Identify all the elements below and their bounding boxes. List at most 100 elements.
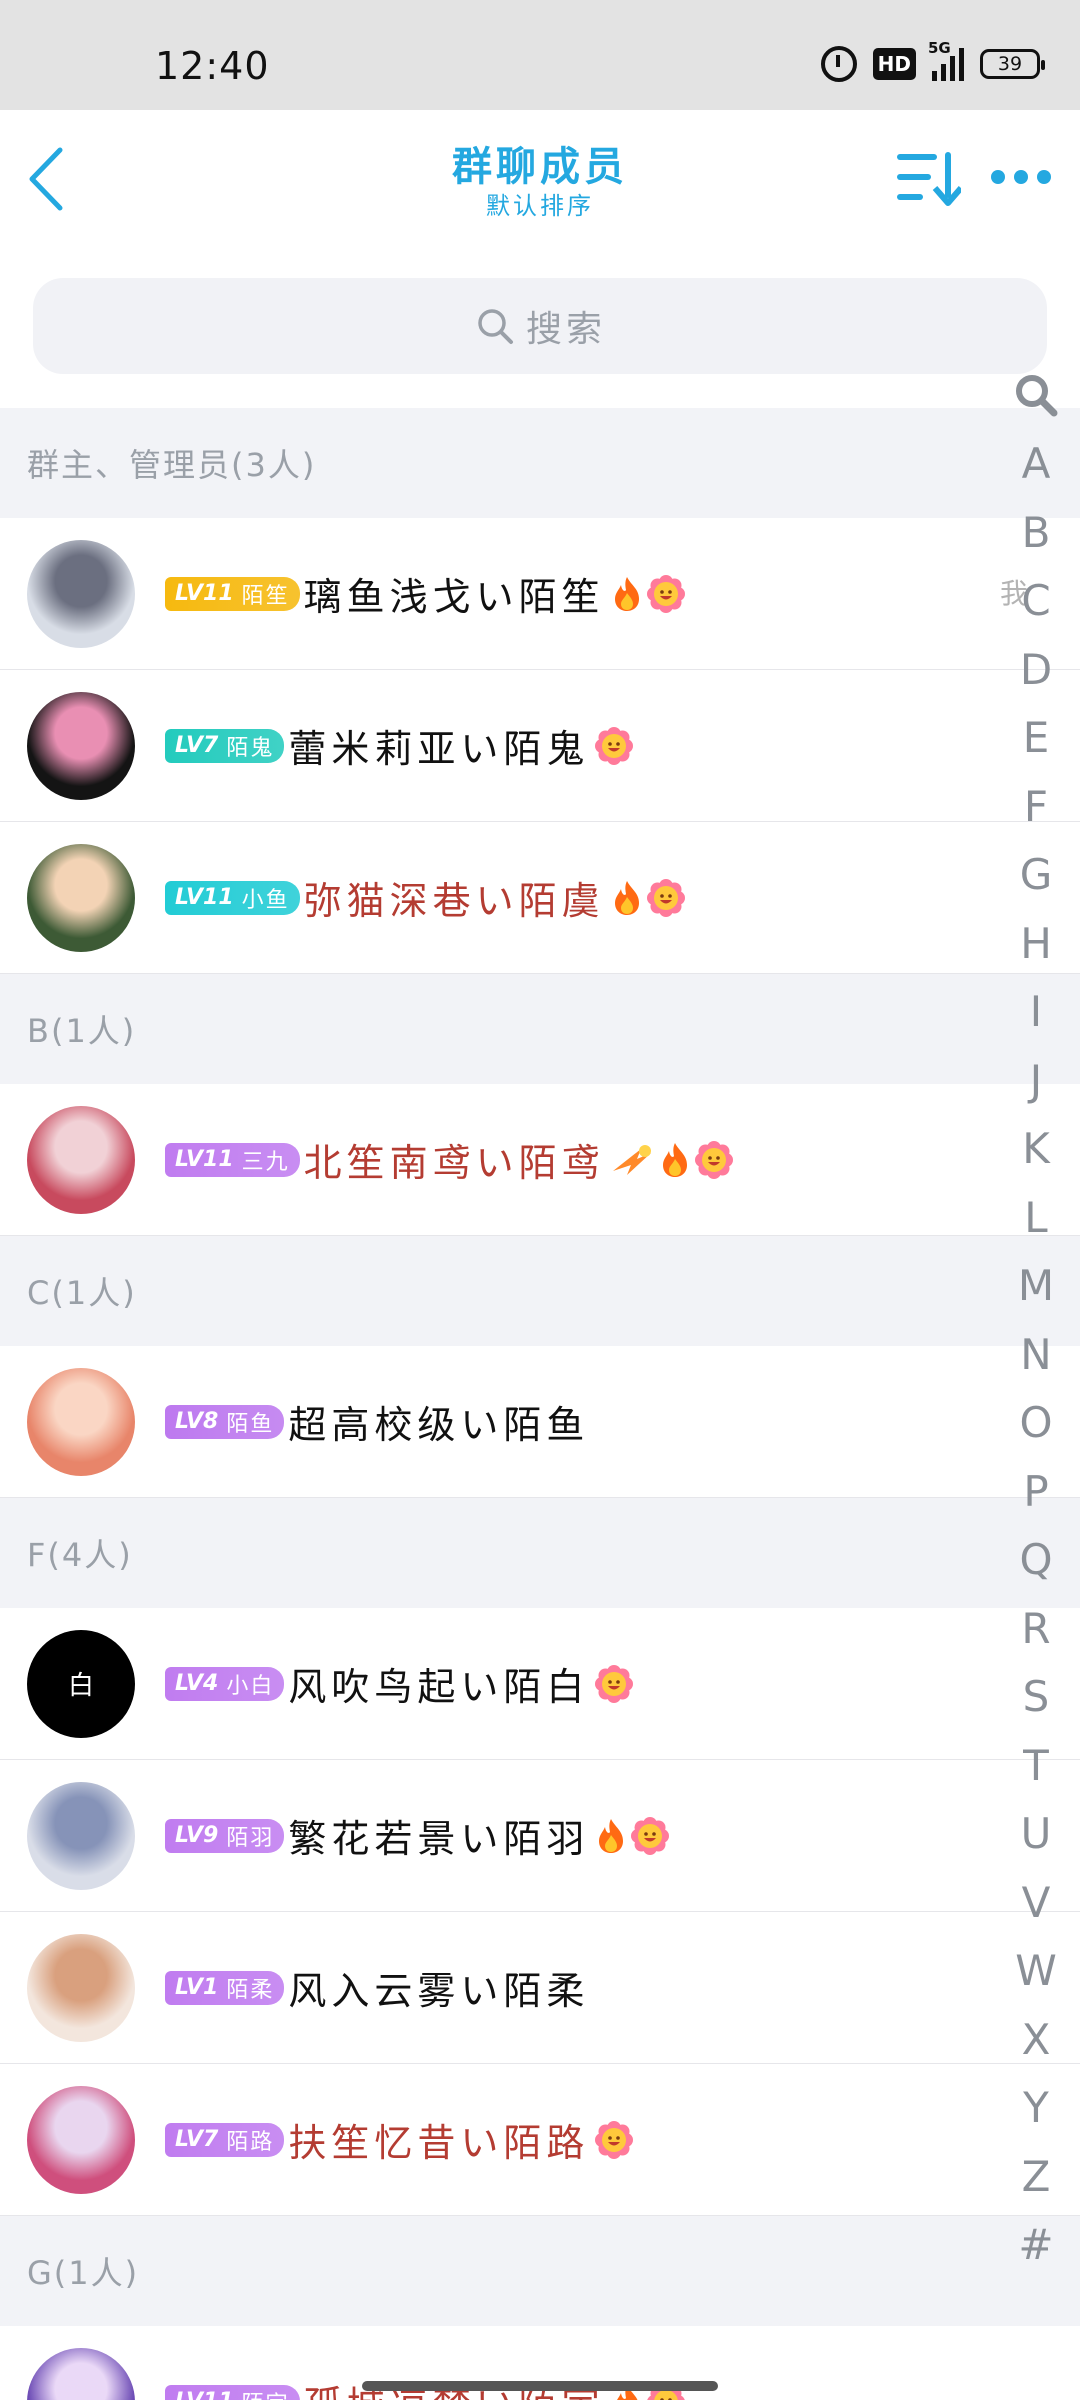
member-name: 超高校级い陌鱼	[288, 1403, 590, 1447]
level-text: LV7	[175, 733, 219, 758]
flower-smile-icon	[646, 878, 685, 917]
index-letter-hash[interactable]: #	[1018, 2211, 1053, 2280]
index-letter-p[interactable]: P	[1023, 1458, 1048, 1527]
member-row[interactable]: LV9 陌羽 繁花若景い陌羽	[0, 1760, 1080, 1912]
index-letter-x[interactable]: X	[1022, 2006, 1051, 2075]
member-row[interactable]: LV8 陌鱼 超高校级い陌鱼	[0, 1346, 1080, 1498]
index-letter-q[interactable]: Q	[1019, 1526, 1052, 1595]
flower-smile-icon	[595, 726, 634, 765]
member-name: 璃鱼浅戈い陌笙	[303, 575, 605, 619]
home-indicator[interactable]	[362, 2381, 718, 2391]
avatar[interactable]: 白	[27, 1629, 135, 1738]
member-row[interactable]: LV7 陌鬼 蕾米莉亚い陌鬼	[0, 670, 1080, 822]
avatar[interactable]	[27, 539, 135, 648]
avatar[interactable]	[27, 1105, 135, 1214]
flower-smile-icon	[595, 2120, 634, 2159]
fire-icon	[599, 1818, 624, 1853]
avatar[interactable]	[27, 843, 135, 952]
search-icon	[478, 309, 513, 344]
index-letter-v[interactable]: V	[1022, 1869, 1051, 1938]
title-tag: 陌笙	[241, 583, 290, 609]
member-row[interactable]: LV11 陌笙 璃鱼浅戈い陌笙我	[0, 518, 1080, 670]
title-tag: 陌鱼	[226, 1411, 275, 1437]
index-letter-f[interactable]: F	[1024, 773, 1048, 842]
index-letter-l[interactable]: L	[1024, 1184, 1047, 1253]
index-letter-o[interactable]: O	[1019, 1389, 1052, 1458]
avatar[interactable]	[27, 691, 135, 800]
index-letter-i[interactable]: I	[1030, 978, 1042, 1047]
member-decorations	[595, 1816, 670, 1855]
index-letter-s[interactable]: S	[1023, 1663, 1050, 1732]
member-decorations	[611, 1140, 733, 1179]
member-name: 扶笙忆昔い陌路	[288, 2121, 590, 2165]
comet-icon	[612, 1144, 651, 1175]
index-letter-u[interactable]: U	[1021, 1800, 1052, 1869]
level-text: LV7	[175, 2127, 219, 2152]
section-header: C(1人)	[0, 1236, 1080, 1346]
flower-smile-icon	[631, 1816, 670, 1855]
flower-smile-icon	[694, 1140, 733, 1179]
index-letter-k[interactable]: K	[1022, 1115, 1050, 1184]
member-row[interactable]: LV1 陌柔 风入云雾い陌柔	[0, 1912, 1080, 2064]
index-search-icon[interactable]	[1013, 372, 1059, 418]
index-letter-z[interactable]: Z	[1022, 2143, 1051, 2212]
section-header: B(1人)	[0, 974, 1080, 1084]
search-placeholder: 搜索	[525, 309, 606, 350]
level-text: LV1	[175, 1975, 219, 2000]
fire-icon	[662, 1142, 687, 1177]
level-badge: LV11 陌笙	[165, 576, 300, 611]
level-badge: LV7 陌鬼	[165, 728, 285, 763]
avatar[interactable]	[27, 1367, 135, 1476]
index-letter-t[interactable]: T	[1023, 1732, 1049, 1801]
member-name: 风入云雾い陌柔	[288, 1969, 590, 2013]
index-letter-c[interactable]: C	[1021, 567, 1050, 636]
sort-icon[interactable]	[895, 148, 961, 208]
index-letter-g[interactable]: G	[1020, 841, 1053, 910]
index-letter-b[interactable]: B	[1022, 499, 1051, 568]
title-tag: 陌鬼	[226, 735, 275, 761]
header: 群聊成员 默认排序	[0, 110, 1080, 270]
index-letter-j[interactable]: J	[1030, 1047, 1042, 1116]
avatar[interactable]	[27, 2085, 135, 2194]
member-list[interactable]: 群主、管理员(3人) LV11 陌笙 璃鱼浅戈い陌笙我 LV7 陌鬼 蕾米莉亚い陌鬼 LV11…	[0, 408, 1080, 2400]
member-name: 蕾米莉亚い陌鬼	[288, 727, 590, 771]
title-tag: 陌羽	[226, 1825, 275, 1851]
signal-icon: 5G	[928, 39, 964, 81]
title-tag: 陌柔	[226, 1977, 275, 2003]
index-letter-e[interactable]: E	[1023, 704, 1050, 773]
hd-icon: HD	[872, 48, 916, 80]
member-row[interactable]: 白 LV4 小白 风吹鸟起い陌白	[0, 1608, 1080, 1760]
level-text: LV8	[175, 1409, 219, 1434]
level-text: LV11	[175, 1147, 234, 1172]
member-row[interactable]: LV7 陌路 扶笙忆昔い陌路	[0, 2064, 1080, 2216]
member-decorations	[595, 1664, 634, 1703]
member-row[interactable]: LV11 小鱼 弥猫深巷い陌虞	[0, 822, 1080, 974]
index-letter-n[interactable]: N	[1020, 1321, 1051, 1390]
title-tag: 小白	[226, 1673, 275, 1699]
more-icon[interactable]	[990, 166, 1052, 188]
title-tag: 小鱼	[241, 887, 290, 913]
search-input[interactable]: 搜索	[33, 278, 1047, 374]
index-letter-r[interactable]: R	[1021, 1595, 1050, 1664]
avatar[interactable]	[27, 1781, 135, 1890]
member-row[interactable]: LV11 三九 北笙南鸢い陌鸢	[0, 1084, 1080, 1236]
level-text: LV11	[175, 2389, 234, 2400]
index-letter-d[interactable]: D	[1020, 636, 1052, 705]
member-name: 弥猫深巷い陌虞	[303, 879, 605, 923]
member-name: 繁花若景い陌羽	[288, 1817, 590, 1861]
avatar[interactable]	[27, 2347, 135, 2400]
title-tag: 陌宇	[242, 2386, 290, 2400]
index-letter-w[interactable]: W	[1015, 1937, 1057, 2006]
index-letter-h[interactable]: H	[1020, 910, 1052, 979]
index-letter-m[interactable]: M	[1018, 1252, 1054, 1321]
alphabet-index[interactable]: A B C D E F G H I J K L M N O P Q R S T U V W X Y Z #	[1008, 372, 1064, 2280]
index-letter-a[interactable]: A	[1022, 430, 1051, 499]
level-badge: LV1 陌柔	[165, 1970, 285, 2005]
battery-level: 39	[997, 53, 1023, 75]
network-type: 5G	[928, 39, 951, 57]
status-bar: 12:40 HD 5G 39	[0, 0, 1080, 110]
avatar[interactable]	[27, 1933, 135, 2042]
alarm-icon	[820, 46, 857, 82]
index-letter-y[interactable]: Y	[1023, 2074, 1049, 2143]
fire-icon	[614, 576, 639, 611]
